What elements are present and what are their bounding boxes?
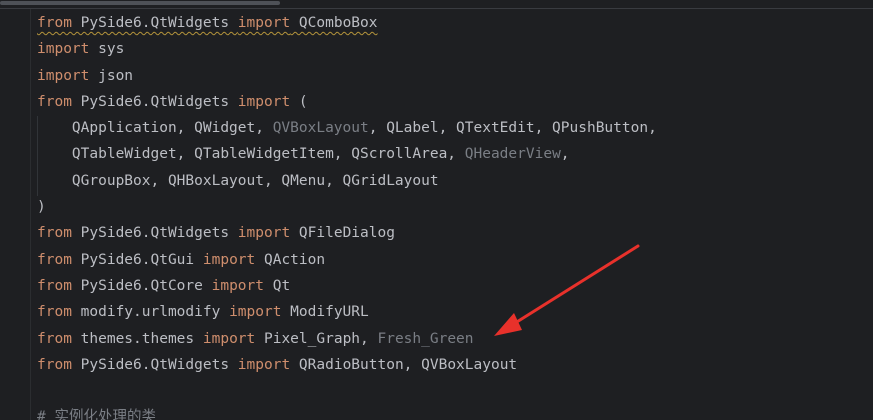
- tab-divider: [0, 8, 873, 9]
- code-token: PySide6.QtWidgets: [71, 93, 238, 110]
- code-token: QComboBox: [290, 15, 378, 31]
- code-keyword: from: [37, 251, 72, 268]
- code-editor[interactable]: from PySide6.QtWidgets import QComboBox i…: [0, 0, 873, 420]
- code-token: (: [290, 93, 308, 110]
- code-token: QGroupBox, QHBoxLayout, QMenu, QGridLayo…: [37, 172, 439, 189]
- code-line[interactable]: QApplication, QWidget, QVBoxLayout, QLab…: [37, 115, 657, 141]
- code-keyword: import: [229, 304, 282, 321]
- code-line[interactable]: from PySide6.QtWidgets import QFileDialo…: [37, 220, 657, 246]
- code-token: QApplication, QWidget,: [37, 120, 273, 137]
- code-token: sys: [89, 41, 125, 58]
- code-token: modify.urlmodify: [71, 304, 230, 321]
- code-token: Qt: [264, 277, 291, 294]
- code-line[interactable]: QGroupBox, QHBoxLayout, QMenu, QGridLayo…: [37, 168, 657, 194]
- code-keyword: import: [37, 41, 90, 58]
- code-token: ): [37, 199, 46, 216]
- code-keyword: from: [37, 93, 72, 110]
- code-token: PySide6.QtCore: [71, 277, 212, 294]
- code-keyword: from: [37, 304, 72, 321]
- code-token: Pixel_Graph,: [255, 330, 378, 347]
- code-token: PySide6.QtGui: [71, 251, 203, 268]
- horizontal-scrollbar-thumb[interactable]: [0, 1, 280, 5]
- code-keyword: from: [37, 277, 72, 294]
- code-keyword: import: [211, 277, 264, 294]
- code-token: QTableWidget, QTableWidgetItem, QScrollA…: [37, 146, 465, 163]
- code-line[interactable]: QTableWidget, QTableWidgetItem, QScrollA…: [37, 141, 657, 167]
- code-token: PySide6.QtWidgets: [71, 225, 238, 242]
- code-keyword: import: [237, 93, 291, 110]
- code-keyword: import: [202, 330, 256, 347]
- code-token: Fresh_Green: [377, 330, 474, 347]
- code-token: QHeaderView: [464, 146, 561, 163]
- code-line[interactable]: # 实例化处理的类: [37, 404, 657, 420]
- code-keyword: import: [37, 67, 90, 84]
- gutter-separator: [30, 9, 31, 420]
- code-line[interactable]: ): [37, 194, 657, 220]
- code-line[interactable]: from PySide6.QtWidgets import QComboBox: [37, 10, 657, 36]
- code-line[interactable]: [37, 378, 657, 404]
- code-keyword: from: [37, 356, 72, 373]
- code-keyword: import: [237, 356, 291, 373]
- code-token: QVBoxLayout: [272, 120, 369, 137]
- code-token: ModifyURL: [281, 304, 369, 321]
- code-line[interactable]: import json: [37, 63, 657, 89]
- code-line[interactable]: from modify.urlmodify import ModifyURL: [37, 299, 657, 325]
- code-token: themes.themes: [71, 330, 203, 347]
- code-comment: # 实例化处理的类: [37, 409, 156, 420]
- code-token: , QLabel, QTextEdit, QPushButton,: [368, 120, 657, 137]
- code-line[interactable]: from PySide6.QtGui import QAction: [37, 247, 657, 273]
- code-keyword: from: [37, 15, 72, 31]
- code-keyword: import: [237, 225, 291, 242]
- code-token: QRadioButton, QVBoxLayout: [290, 356, 518, 373]
- code-line[interactable]: from PySide6.QtWidgets import QRadioButt…: [37, 352, 657, 378]
- code-keyword: from: [37, 225, 72, 242]
- code-token: PySide6.QtWidgets: [71, 356, 238, 373]
- code-line[interactable]: from PySide6.QtCore import Qt: [37, 273, 657, 299]
- code-keyword: import: [237, 15, 291, 31]
- code-keyword: from: [37, 330, 72, 347]
- code-line[interactable]: import sys: [37, 36, 657, 62]
- code-lines[interactable]: from PySide6.QtWidgets import QComboBox i…: [37, 10, 657, 420]
- code-token: QFileDialog: [290, 225, 395, 242]
- code-line[interactable]: from PySide6.QtWidgets import (: [37, 89, 657, 115]
- code-token: QAction: [255, 251, 326, 268]
- code-token: ,: [560, 146, 570, 163]
- code-token: PySide6.QtWidgets: [71, 15, 238, 31]
- code-line[interactable]: from themes.themes import Pixel_Graph, F…: [37, 326, 657, 352]
- code-keyword: import: [202, 251, 256, 268]
- code-token: json: [89, 67, 134, 84]
